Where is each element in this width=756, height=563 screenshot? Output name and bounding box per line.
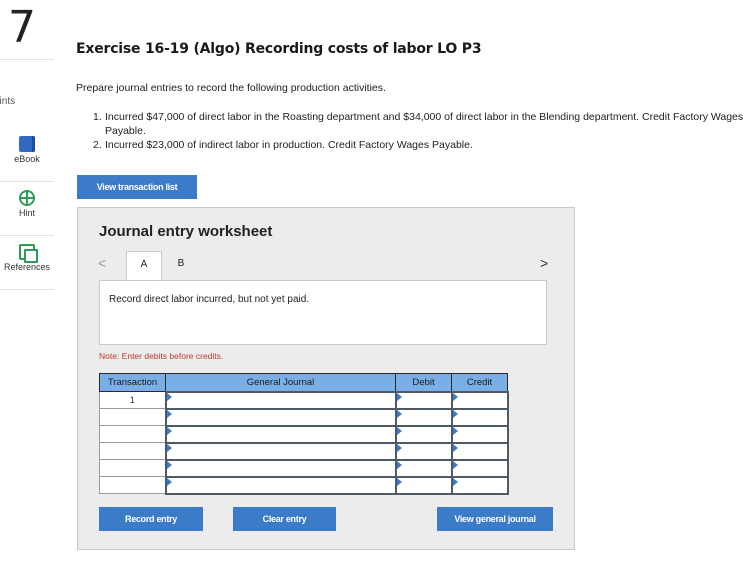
hint-label: Hint [18,208,35,218]
table-row [99,407,509,427]
credit-input[interactable] [450,458,509,478]
entry-description-box: Record direct labor incurred, but not ye… [99,280,547,345]
credit-input[interactable] [450,407,509,427]
transaction-cell [99,476,166,494]
question-number-box: 7 [0,0,54,60]
credit-input[interactable] [450,424,509,444]
chevron-right-icon[interactable]: > [540,255,548,271]
item-number: 1. [93,111,102,123]
question-number: 7 [8,2,36,53]
record-entry-button[interactable]: Record entry [99,507,203,531]
resource-rail: eBook Hint References [0,128,54,290]
table-row: 1 [99,390,509,410]
debit-input[interactable] [394,407,453,427]
column-header-transaction: Transaction [99,373,166,392]
column-header-credit: Credit [451,373,508,392]
item-number: 2. [93,139,102,151]
tab-b[interactable]: B [166,251,196,281]
item-text: Incurred $23,000 of indirect labor in pr… [105,139,473,151]
hint-link[interactable]: Hint [0,190,54,236]
debit-input[interactable] [394,424,453,444]
list-item: 1. Incurred $47,000 of direct labor in t… [93,110,753,138]
clear-entry-button[interactable]: Clear entry [233,507,336,531]
view-general-journal-button[interactable]: View general journal [437,507,553,531]
worksheet-title: Journal entry worksheet [99,223,273,240]
activity-list: 1. Incurred $47,000 of direct labor in t… [93,110,753,152]
chevron-left-icon[interactable]: < [98,255,106,271]
item-text: Incurred $47,000 of direct labor in the … [105,111,744,137]
credit-input[interactable] [450,475,509,495]
book-icon [19,136,35,152]
account-select[interactable] [164,458,397,478]
account-select[interactable] [164,424,397,444]
ebook-label: eBook [14,154,40,164]
entry-description: Record direct labor incurred, but not ye… [109,294,310,305]
table-row [99,441,509,461]
transaction-cell [99,442,166,460]
view-transaction-list-button[interactable]: View transaction list [77,175,197,199]
ebook-link[interactable]: eBook [0,136,54,182]
credit-input[interactable] [450,441,509,461]
account-select[interactable] [164,407,397,427]
debit-credit-note: Note: Enter debits before credits. [99,351,224,361]
account-select[interactable] [164,475,397,495]
journal-entry-worksheet: Journal entry worksheet < A B > Record d… [77,207,575,550]
column-header-debit: Debit [395,373,452,392]
table-row [99,424,509,444]
table-row [99,458,509,478]
transaction-cell [99,408,166,426]
tab-a[interactable]: A [126,251,162,281]
points-label: oints [0,96,16,107]
credit-input[interactable] [450,390,509,410]
column-header-general-journal: General Journal [165,373,396,392]
account-select[interactable] [164,390,397,410]
transaction-cell: 1 [99,391,166,409]
journal-table: Transaction General Journal Debit Credit… [99,373,509,495]
references-icon [19,244,38,263]
debit-input[interactable] [394,441,453,461]
transaction-cell [99,459,166,477]
hint-icon [19,190,35,206]
list-item: 2. Incurred $23,000 of indirect labor in… [93,138,753,152]
account-select[interactable] [164,441,397,461]
exercise-intro: Prepare journal entries to record the fo… [76,82,386,94]
debit-input[interactable] [394,390,453,410]
table-row [99,475,509,495]
transaction-cell [99,425,166,443]
references-link[interactable]: References [0,244,54,290]
references-label: References [3,262,51,272]
debit-input[interactable] [394,475,453,495]
exercise-title: Exercise 16-19 (Algo) Recording costs of… [76,41,482,57]
debit-input[interactable] [394,458,453,478]
